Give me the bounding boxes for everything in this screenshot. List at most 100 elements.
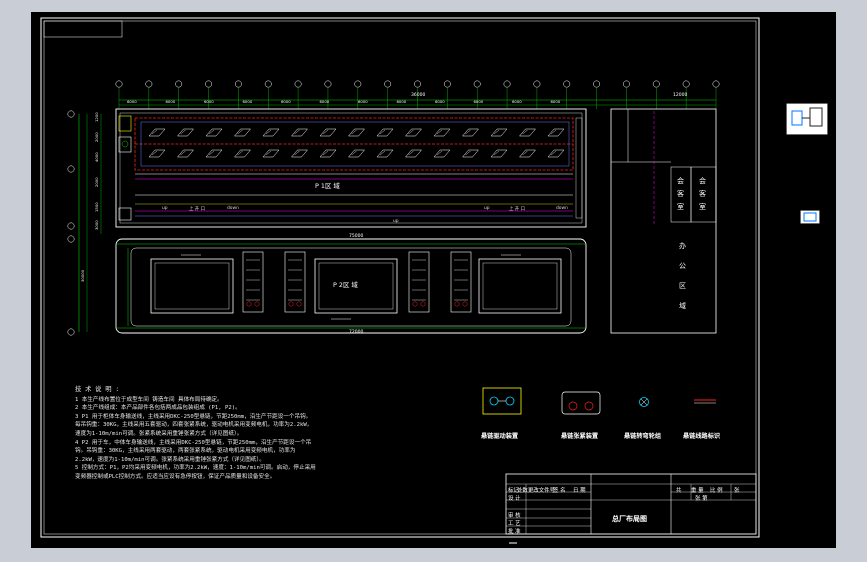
left-dim-label: 30000 bbox=[80, 269, 85, 282]
legend-tensioner-wheel-2 bbox=[584, 401, 594, 411]
dim-p2-bottom: 72000 bbox=[349, 329, 363, 335]
p1-area-label: P 1区 域 bbox=[315, 182, 340, 190]
bay-dim-label: 6000 bbox=[512, 99, 522, 104]
notes-title: 技 术 说 明 : bbox=[75, 386, 120, 393]
tb-header-4: 签 名 bbox=[553, 488, 566, 494]
p2-oven-1 bbox=[150, 258, 234, 314]
block-thumbnail-icon[interactable] bbox=[786, 103, 828, 135]
grid-axis-bubble bbox=[294, 80, 302, 88]
left-dimension-labels: 1200 2000 4000 2000 1500 30000 3000 bbox=[80, 112, 99, 282]
legend-tensioner[interactable] bbox=[561, 391, 601, 415]
office-room-2-label: 会 客 室 bbox=[699, 177, 706, 211]
left-dim-label: 4000 bbox=[94, 152, 99, 162]
tb-sheet-no: 张 第 bbox=[695, 496, 708, 502]
bay-dim-label: 6000 bbox=[127, 99, 137, 104]
notes-line: 每吊钩重：30KG，主线采用五套驱动，四套张紧系统，驱动电机采用变频电机，功率为… bbox=[75, 422, 313, 429]
grid-axis-bubble bbox=[503, 80, 511, 88]
notes-line: 1 本生产线布置位于成型车间 铸造车间 具体布局待确定。 bbox=[75, 396, 223, 403]
down-label-1: down bbox=[227, 206, 239, 211]
left-dim-label: 2000 bbox=[94, 177, 99, 187]
notes-line: 3 P1 用于柜体车身输送线，主线采用DKC-250型悬链，节距250mm，沿生… bbox=[75, 413, 312, 420]
bay-dim-label: 6000 bbox=[243, 99, 253, 104]
grid-row-bubble bbox=[67, 328, 75, 336]
bay-dim-label: 6000 bbox=[204, 99, 214, 104]
grid-axis-bubble bbox=[712, 80, 720, 88]
p2-rack-wheel bbox=[288, 301, 294, 307]
left-dim-label: 2000 bbox=[94, 132, 99, 142]
grid-axis-bubble bbox=[234, 80, 242, 88]
notes-line: 钩。吊钩重：30KG，主线采用两套驱动，两套张紧系统，驱动电机采用变频电机，功率… bbox=[75, 448, 296, 455]
office-block bbox=[610, 108, 717, 334]
p2-rack-wheel bbox=[254, 301, 260, 307]
p2-rack-wheel bbox=[412, 301, 418, 307]
tb-row-design: 设 计 bbox=[508, 496, 521, 502]
grid-axis-bubble bbox=[264, 80, 272, 88]
up-label-3: up bbox=[393, 219, 399, 224]
p2-area-label: P 2区 域 bbox=[333, 281, 358, 289]
p2-rack-wheel bbox=[246, 301, 252, 307]
p2-oven-3 bbox=[478, 258, 562, 314]
bay-dim-label: 6000 bbox=[397, 99, 407, 104]
tb-scale: 比 例 bbox=[710, 488, 723, 494]
notes-line: 2.2kW，速度为1-10m/min可调。张紧系统采用重锤张紧方式（详见图纸）。 bbox=[75, 456, 265, 463]
drawing-title: 总厂布局图 bbox=[612, 515, 647, 523]
p2-rack-wheel bbox=[454, 301, 460, 307]
grid-row-bubble bbox=[67, 222, 75, 230]
bay-dim-label: 6000 bbox=[435, 99, 445, 104]
tb-header-2: 处数 bbox=[517, 488, 528, 494]
tb-sheet-unit: 张 bbox=[734, 488, 740, 494]
p2-rack-wheel bbox=[462, 301, 468, 307]
legend-drive-right-wheel bbox=[505, 396, 515, 406]
up-label-1: up bbox=[162, 206, 168, 211]
dim-total: 36000 bbox=[411, 92, 425, 98]
office-room-1-label: 会 客 室 bbox=[677, 177, 684, 211]
grid-axis-bubble bbox=[593, 80, 601, 88]
legend-drive-left-wheel bbox=[489, 396, 499, 406]
legend-label-turn: 悬链转弯轮组 bbox=[624, 433, 662, 440]
up-label-2: up bbox=[484, 206, 490, 211]
legend-label-tensioner: 悬链张紧装置 bbox=[561, 433, 599, 440]
tb-row-review: 审 核 bbox=[508, 513, 521, 519]
dim-p2-total: 75000 bbox=[349, 233, 363, 239]
grid-axis-bubble bbox=[682, 80, 690, 88]
layer-thumbnail-icon[interactable] bbox=[800, 210, 820, 224]
cad-application-frame: 36000 12000 6000 6000 6000 6000 6000 6000 6000… bbox=[0, 0, 867, 562]
tb-header-3: 更改文件号 bbox=[528, 488, 555, 494]
p2-rack bbox=[408, 251, 430, 313]
tb-row-approve: 批 准 bbox=[508, 529, 521, 535]
notes-line: 2 本生产线组成：本产品部件各包括两成品包装组成 (P1, P2)。 bbox=[75, 405, 241, 412]
bay-dim-label: 6000 bbox=[281, 99, 291, 104]
tb-header-5: 日 期 bbox=[573, 488, 586, 494]
grid-axis-bubble bbox=[175, 80, 183, 88]
tb-sheet-total: 共 bbox=[676, 488, 682, 494]
grid-axis-bubble bbox=[354, 80, 362, 88]
p1-workpieces bbox=[148, 128, 565, 158]
cad-drawing-viewport[interactable]: 36000 12000 6000 6000 6000 6000 6000 6000 6000… bbox=[31, 12, 836, 548]
p1-drive-box-1 bbox=[118, 115, 132, 132]
gate-label-2: 上 开 口 bbox=[509, 207, 525, 212]
grid-axis-bubble bbox=[652, 80, 660, 88]
grid-axis-bubble bbox=[623, 80, 630, 88]
left-dim-label: 1500 bbox=[94, 202, 99, 212]
grid-row-bubble bbox=[67, 235, 75, 243]
legend-tensioner-wheel-1 bbox=[568, 401, 578, 411]
tb-row-process: 工 艺 bbox=[508, 521, 521, 527]
grid-axis-bubble bbox=[533, 80, 541, 88]
p2-rack bbox=[242, 251, 264, 313]
p2-oven-3-inner bbox=[482, 262, 558, 310]
p2-rack-wheel bbox=[420, 301, 426, 307]
bay-dim-label: 6000 bbox=[474, 99, 484, 104]
p1-turn-wheel bbox=[121, 140, 129, 148]
p1-drive-box-3 bbox=[118, 207, 132, 221]
grid-axis-bubble bbox=[115, 80, 123, 88]
notes-line: 变频器控制或PLC控制方式。应适当应设有急停按钮，保证产品质量和设备安全。 bbox=[75, 473, 276, 480]
notes-line: 5 控制方式：P1，P2均采用变频电机，功率为2.2kW，速度：1-10m/mi… bbox=[75, 465, 316, 472]
p1-right-column bbox=[575, 117, 583, 219]
p2-rack bbox=[450, 251, 472, 313]
left-dim-label: 3000 bbox=[94, 220, 99, 230]
drawing-code-box bbox=[43, 20, 123, 38]
tb-weight: 重 量 bbox=[691, 488, 704, 494]
grid-axis-bubble bbox=[563, 80, 571, 88]
office-area-label: 办 公 区 域 bbox=[679, 242, 686, 310]
notes-line: 速度为1-10m/min可调。张紧系统采用重锤张紧方式（详见图纸）。 bbox=[75, 430, 243, 437]
